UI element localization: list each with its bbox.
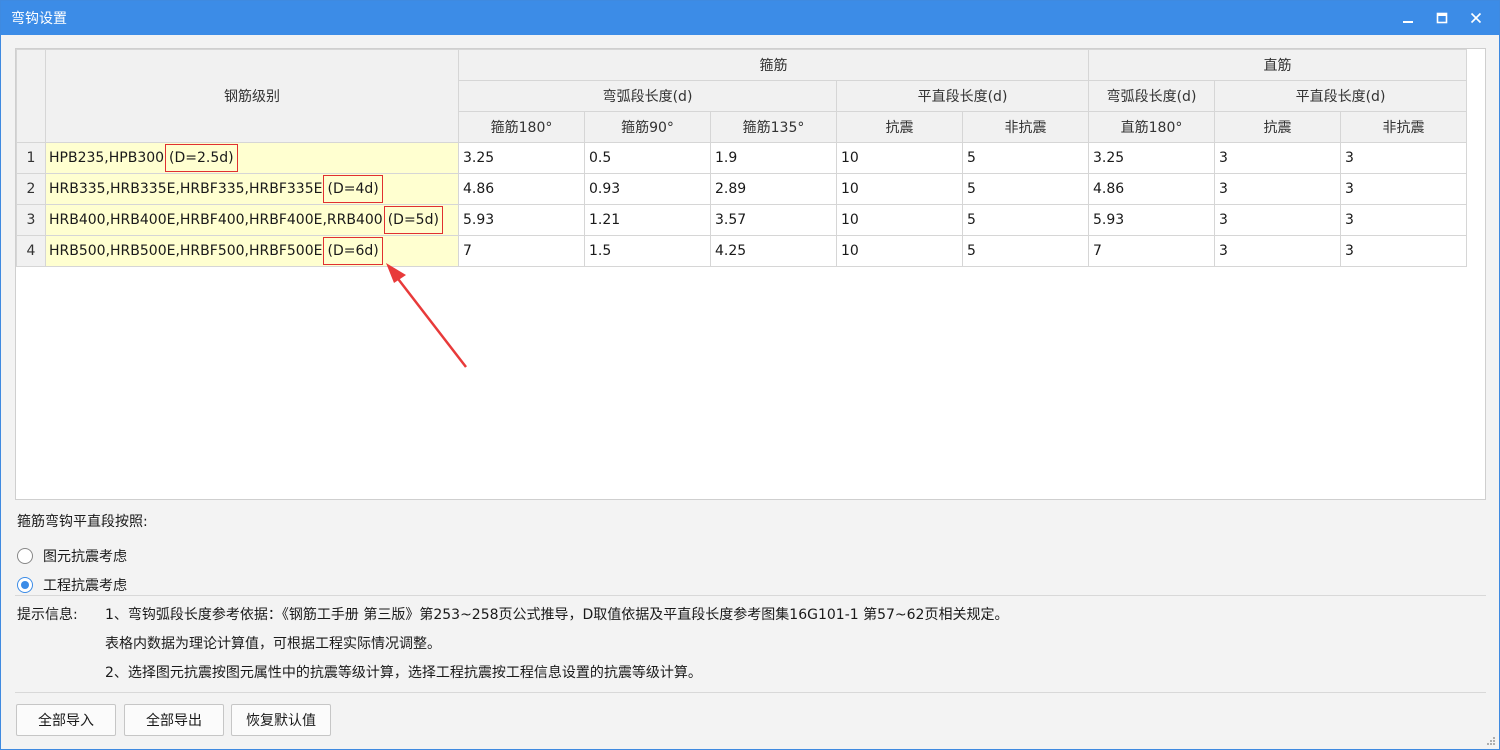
row-number: 4 [16,235,46,267]
value-cell[interactable]: 5 [962,142,1089,174]
bend-diameter-highlight: (D=5d) [383,206,443,234]
hint-line-2: 表格内数据为理论计算值，可根据工程实际情况调整。 [105,636,441,652]
col-header: 箍筋135° [710,111,837,143]
grade-cell[interactable]: HPB235,HPB300 (D=2.5d) [45,142,459,174]
corner-cell [16,49,46,143]
hook-settings-dialog: 弯钩设置 钢筋级别 箍筋 直筋 弯弧段长度(d) 平直段长度(d) 弯弧段长度(… [0,0,1500,750]
value-cell[interactable]: 3.25 [1088,142,1215,174]
value-cell[interactable]: 3 [1214,204,1341,236]
value-cell[interactable]: 5 [962,204,1089,236]
value-cell[interactable]: 10 [836,204,963,236]
window-title: 弯钩设置 [11,11,67,27]
value-cell[interactable]: 3 [1214,142,1341,174]
hook-settings-table-container: 钢筋级别 箍筋 直筋 弯弧段长度(d) 平直段长度(d) 弯弧段长度(d) 平直… [15,48,1486,500]
value-cell[interactable]: 4.86 [1088,173,1215,205]
col-header: 箍筋90° [584,111,711,143]
value-cell[interactable]: 5.93 [458,204,585,236]
value-cell[interactable]: 5 [962,173,1089,205]
header-straight: 直筋 [1088,49,1467,81]
close-icon [1470,12,1482,24]
col-header: 非抗震 [1340,111,1467,143]
grade-cell[interactable]: HRB400,HRB400E,HRBF400,HRBF400E,RRB400 (D… [45,204,459,236]
value-cell[interactable]: 3.57 [710,204,837,236]
table-row[interactable]: 2 HRB335,HRB335E,HRBF335,HRBF335E (D=4d) … [16,173,1467,205]
title-bar[interactable]: 弯钩设置 [1,1,1499,35]
value-cell[interactable]: 0.93 [584,173,711,205]
value-cell[interactable]: 5 [962,235,1089,267]
row-number: 2 [16,173,46,205]
grade-text: HRB335,HRB335E,HRBF335,HRBF335E [49,181,323,197]
radio-element-seismic[interactable]: 图元抗震考虑 [17,541,148,570]
value-cell[interactable]: 2.89 [710,173,837,205]
value-cell[interactable]: 7 [1088,235,1215,267]
stirrup-flat-option-group: 箍筋弯钩平直段按照: 图元抗震考虑 工程抗震考虑 [17,511,148,599]
table-row[interactable]: 3 HRB400,HRB400E,HRBF400,HRBF400E,RRB400… [16,204,1467,236]
bend-diameter-highlight: (D=6d) [323,237,383,265]
option-group-title: 箍筋弯钩平直段按照: [17,514,148,530]
hint-line-1: 1、弯钩弧段长度参考依据：《钢筋工手册 第三版》第253~258页公式推导，D取… [105,607,1009,623]
hint-label: 提示信息: [17,607,78,623]
col-header: 箍筋180° [458,111,585,143]
value-cell[interactable]: 3 [1340,204,1467,236]
value-cell[interactable]: 10 [836,142,963,174]
minimize-button[interactable] [1391,1,1425,35]
grade-text: HPB235,HPB300 [49,150,165,166]
value-cell[interactable]: 10 [836,235,963,267]
hook-settings-table: 钢筋级别 箍筋 直筋 弯弧段长度(d) 平直段长度(d) 弯弧段长度(d) 平直… [16,49,1467,267]
maximize-button[interactable] [1425,1,1459,35]
hint-line-3: 2、选择图元抗震按图元属性中的抗震等级计算，选择工程抗震按工程信息设置的抗震等级… [105,665,702,681]
grade-text: HRB400,HRB400E,HRBF400,HRBF400E,RRB400 [49,212,383,228]
value-cell[interactable]: 1.9 [710,142,837,174]
value-cell[interactable]: 3.25 [458,142,585,174]
header-stirrup-arc: 弯弧段长度(d) [458,80,837,112]
value-cell[interactable]: 5.93 [1088,204,1215,236]
grade-text: HRB500,HRB500E,HRBF500,HRBF500E [49,243,323,259]
close-button[interactable] [1459,1,1493,35]
grade-cell[interactable]: HRB500,HRB500E,HRBF500,HRBF500E (D=6d) [45,235,459,267]
bend-diameter-highlight: (D=4d) [323,175,383,203]
header-stirrup-flat: 平直段长度(d) [836,80,1089,112]
radio-label: 图元抗震考虑 [43,548,127,565]
row-number: 3 [16,204,46,236]
export-all-button[interactable]: 全部导出 [124,704,224,736]
maximize-icon [1436,12,1448,24]
minimize-icon [1403,21,1413,23]
resize-grip-icon[interactable] [1486,736,1496,746]
radio-checked-icon[interactable] [17,576,33,593]
header-stirrup: 箍筋 [458,49,1089,81]
value-cell[interactable]: 10 [836,173,963,205]
grade-cell[interactable]: HRB335,HRB335E,HRBF335,HRBF335E (D=4d) [45,173,459,205]
value-cell[interactable]: 1.5 [584,235,711,267]
value-cell[interactable]: 4.86 [458,173,585,205]
value-cell[interactable]: 3 [1340,142,1467,174]
value-cell[interactable]: 1.21 [584,204,711,236]
value-cell[interactable]: 3 [1340,235,1467,267]
divider [15,692,1486,693]
radio-unchecked-icon[interactable] [17,547,33,564]
col-header: 非抗震 [962,111,1089,143]
value-cell[interactable]: 3 [1214,235,1341,267]
col-header: 抗震 [1214,111,1341,143]
table-row[interactable]: 4 HRB500,HRB500E,HRBF500,HRBF500E (D=6d) … [16,235,1467,267]
value-cell[interactable]: 3 [1214,173,1341,205]
header-grade: 钢筋级别 [45,49,459,143]
value-cell[interactable]: 4.25 [710,235,837,267]
radio-label: 工程抗震考虑 [43,577,127,594]
value-cell[interactable]: 7 [458,235,585,267]
col-header: 直筋180° [1088,111,1215,143]
bend-diameter-highlight: (D=2.5d) [165,144,238,172]
col-header: 抗震 [836,111,963,143]
value-cell[interactable]: 0.5 [584,142,711,174]
divider [15,595,1486,596]
header-straight-flat: 平直段长度(d) [1214,80,1467,112]
table-row[interactable]: 1 HPB235,HPB300 (D=2.5d) 3.25 0.5 1.9 10 … [16,142,1467,174]
value-cell[interactable]: 3 [1340,173,1467,205]
restore-default-button[interactable]: 恢复默认值 [231,704,331,736]
row-number: 1 [16,142,46,174]
header-straight-arc: 弯弧段长度(d) [1088,80,1215,112]
import-all-button[interactable]: 全部导入 [16,704,116,736]
